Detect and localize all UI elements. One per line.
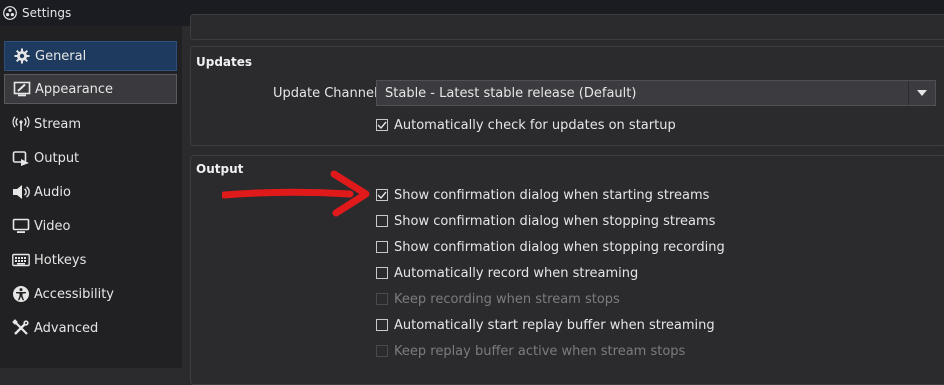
gear-icon [12,47,32,65]
output-icon [11,149,31,167]
checkbox-label: Show confirmation dialog when starting s… [394,187,710,203]
antenna-icon [11,115,31,133]
checkbox-label: Keep recording when stream stops [394,291,620,307]
checkbox-unchecked-icon[interactable] [376,319,388,331]
tools-icon [11,319,31,337]
update-channel-value: Stable - Latest stable release (Default) [385,85,637,101]
sidebar-item-accessibility[interactable]: Accessibility [4,279,177,309]
sidebar-item-stream[interactable]: Stream [4,109,177,139]
checkbox-label: Keep replay buffer active when stream st… [394,343,686,359]
checkbox-unchecked-icon[interactable] [376,215,388,227]
checkbox-checked-icon[interactable] [376,189,388,201]
sidebar-item-label: Video [34,218,71,234]
auto-record-checkbox[interactable]: Automatically record when streaming [376,263,638,283]
confirm-stop-recording-checkbox[interactable]: Show confirmation dialog when stopping r… [376,237,725,257]
monitor-icon [11,217,31,235]
updates-group-title: Updates [196,55,253,69]
sidebar-item-label: Stream [34,116,82,132]
chevron-down-icon[interactable] [908,81,935,105]
keyboard-icon [11,251,31,269]
sidebar-item-advanced[interactable]: Advanced [4,313,177,343]
checkbox-disabled-icon [376,293,388,305]
accessibility-icon [11,285,31,303]
checkbox-unchecked-icon[interactable] [376,267,388,279]
auto-replay-buffer-checkbox[interactable]: Automatically start replay buffer when s… [376,315,715,335]
sidebar-item-label: General [35,48,87,64]
checkbox-label: Show confirmation dialog when stopping s… [394,213,716,229]
speaker-icon [11,183,31,201]
sidebar-item-audio[interactable]: Audio [4,177,177,207]
sidebar-item-label: Hotkeys [34,252,87,268]
keep-replay-buffer-checkbox: Keep replay buffer active when stream st… [376,341,685,361]
red-arrow-annotation [222,170,370,217]
confirm-start-stream-checkbox[interactable]: Show confirmation dialog when starting s… [376,185,709,205]
checkbox-label: Automatically check for updates on start… [394,117,676,133]
sidebar-item-label: Output [34,150,80,166]
sidebar-item-output[interactable]: Output [4,143,177,173]
sidebar-item-hotkeys[interactable]: Hotkeys [4,245,177,275]
checkbox-disabled-icon [376,345,388,357]
checkbox-label: Show confirmation dialog when stopping r… [394,239,725,255]
sidebar-item-label: Audio [34,184,71,200]
keep-recording-checkbox: Keep recording when stream stops [376,289,620,309]
general-group [190,14,944,40]
sidebar-item-label: Appearance [35,81,114,97]
appearance-icon [12,80,32,98]
sidebar-item-label: Accessibility [34,286,114,302]
obs-logo-icon [3,6,17,20]
checkbox-checked-icon[interactable] [376,119,388,131]
window-title: Settings [22,6,72,20]
checkbox-label: Automatically start replay buffer when s… [394,317,715,333]
update-channel-label: Update Channel [273,86,378,101]
sidebar-item-appearance[interactable]: Appearance [4,74,177,104]
sidebar-item-label: Advanced [34,320,99,336]
sidebar-item-video[interactable]: Video [4,211,177,241]
sidebar-item-general[interactable]: General [4,41,177,71]
checkbox-label: Automatically record when streaming [394,265,639,281]
auto-check-updates-checkbox[interactable]: Automatically check for updates on start… [376,115,676,135]
settings-sidebar: General Appearance Stream Output Audio V… [0,26,182,368]
confirm-stop-stream-checkbox[interactable]: Show confirmation dialog when stopping s… [376,211,715,231]
checkbox-unchecked-icon[interactable] [376,241,388,253]
update-channel-select[interactable]: Stable - Latest stable release (Default) [376,80,936,106]
